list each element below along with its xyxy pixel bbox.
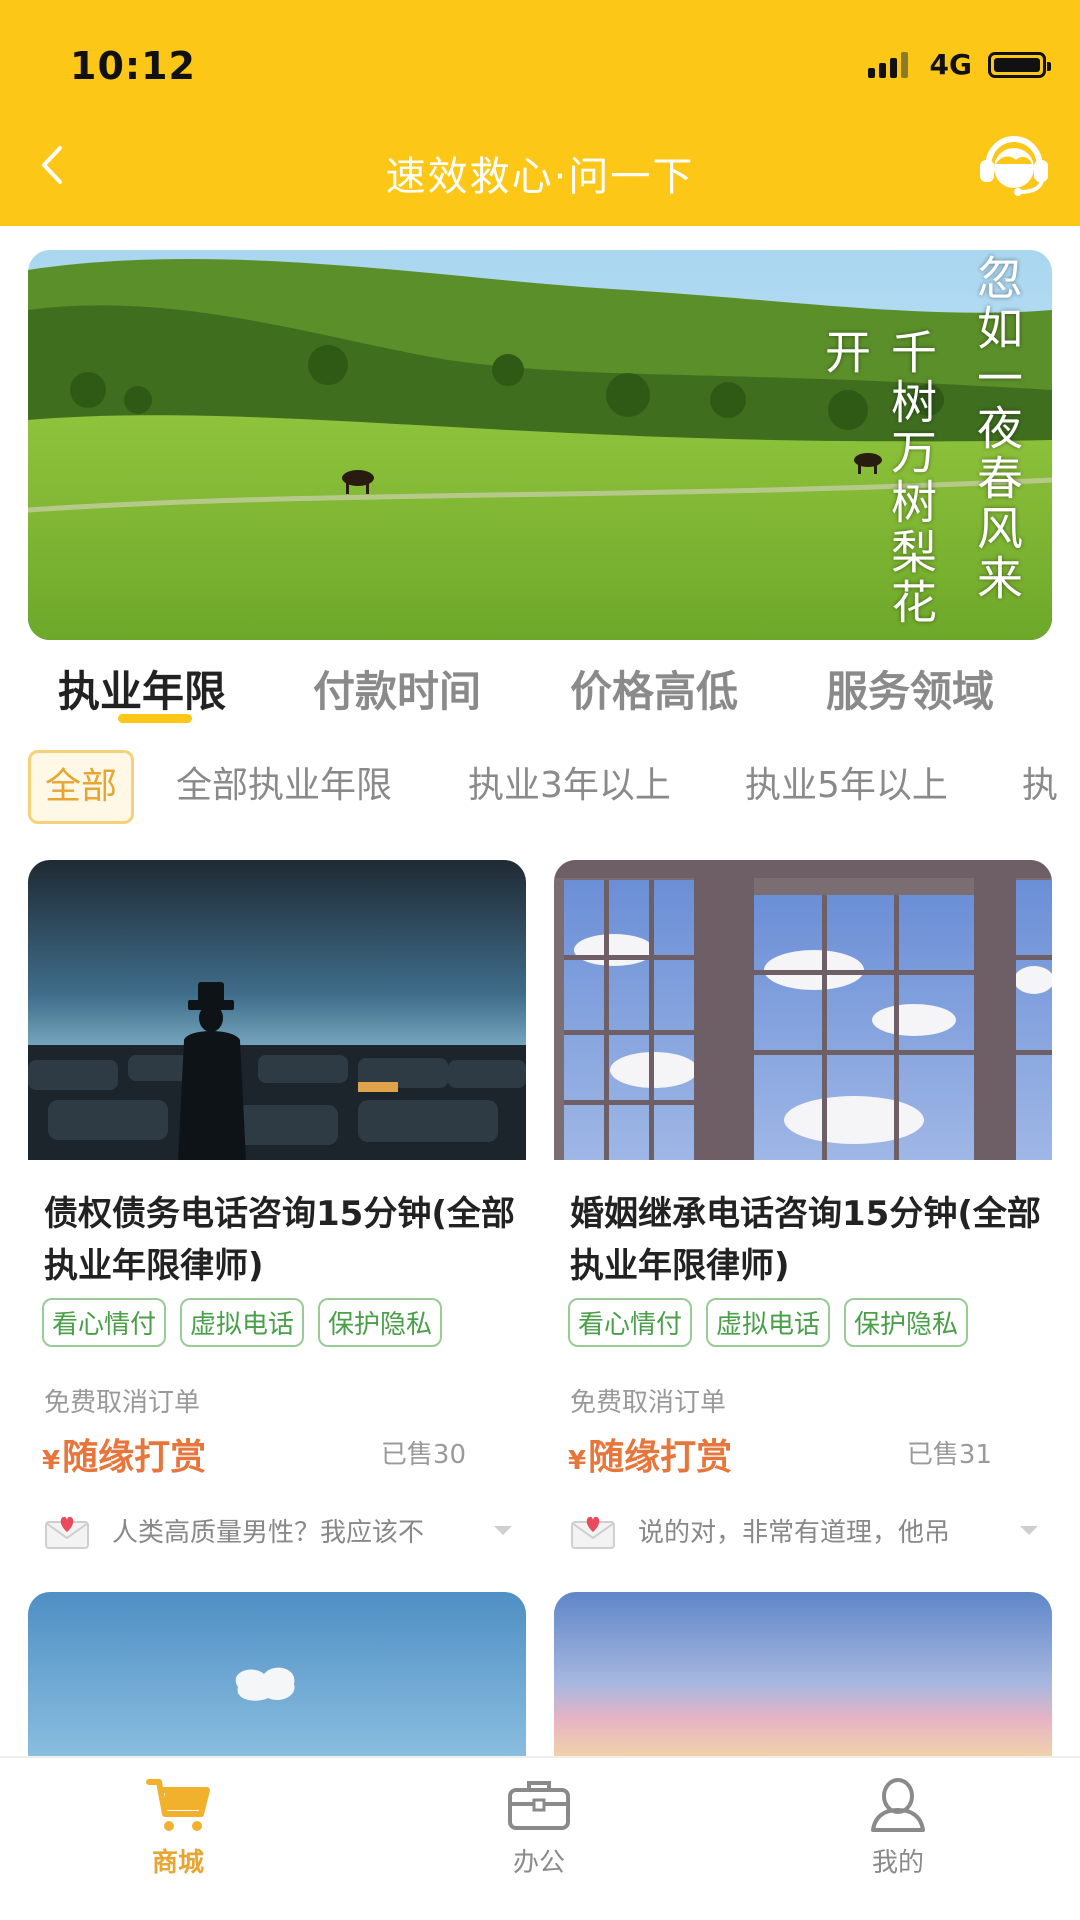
bottom-navigation: 商城 办公 我的 (0, 1756, 1080, 1920)
tab-service-area[interactable]: 服务领域 (826, 658, 994, 719)
product-title: 婚姻继承电话咨询15分钟(全部执业年限律师) (570, 1194, 1041, 1286)
price-text: 随缘打赏 (62, 1437, 207, 1478)
review-preview[interactable]: 人类高质量男性？我应该不 (44, 1500, 524, 1560)
nav-label: 我的 (871, 1848, 924, 1878)
tab-practice-years[interactable]: 执业年限 (58, 658, 226, 719)
product-title: 债权债务电话咨询15分钟(全部执业年限律师) (44, 1194, 515, 1286)
poem-line-1: 忽如一夜春风来 (970, 254, 1024, 604)
tag-virtual-phone: 虚拟电话 (706, 1298, 831, 1347)
header: 10:12 4G 速效救心·问一下 (0, 0, 1080, 226)
active-tab-indicator (118, 714, 192, 723)
tag-virtual-phone: 虚拟电话 (180, 1298, 305, 1347)
tag-privacy: 保护隐私 (844, 1298, 969, 1347)
product-card-partial[interactable] (554, 1592, 1052, 1762)
headset-icon (980, 135, 1048, 196)
product-image (554, 860, 1052, 1160)
signal-icon (867, 51, 912, 78)
status-indicators: 4G (867, 48, 1051, 81)
tab-payment-time[interactable]: 付款时间 (313, 658, 481, 719)
status-time: 10:12 (70, 44, 196, 88)
sort-tabs: 执业年限 付款时间 价格高低 服务领域 (0, 658, 1080, 738)
filter-more[interactable]: 执 (1022, 750, 1058, 824)
product-card[interactable]: 债权债务电话咨询15分钟(全部执业年限律师) 看心情付 虚拟电话 保护隐私 免费… (28, 860, 526, 1560)
product-price: ¥随缘打赏 (42, 1428, 206, 1480)
nav-item-mine[interactable]: 我的 (808, 1776, 988, 1879)
briefcase-icon (508, 1781, 570, 1830)
price-text: 随缘打赏 (588, 1437, 733, 1478)
expand-arrow-icon[interactable] (1020, 1525, 1038, 1535)
promo-banner[interactable]: 忽如一夜春风来 千树万树梨花开 (28, 250, 1052, 640)
currency-symbol: ¥ (42, 1446, 61, 1476)
product-card-partial[interactable] (28, 1592, 526, 1762)
filter-all[interactable]: 全部 (28, 750, 135, 824)
cart-icon (146, 1779, 210, 1831)
nav-label: 办公 (512, 1848, 565, 1878)
nav-item-office[interactable]: 办公 (449, 1776, 629, 1879)
nav-item-mall[interactable]: 商城 (88, 1776, 268, 1879)
page-title: 速效救心·问一下 (385, 154, 695, 200)
love-letter-icon (571, 1516, 615, 1549)
expand-arrow-icon[interactable] (494, 1525, 512, 1535)
product-tags: 看心情付 虚拟电话 保护隐私 (42, 1298, 456, 1347)
tab-price[interactable]: 价格高低 (570, 658, 738, 719)
review-text: 说的对，非常有道理，他吊 (638, 1517, 951, 1548)
cancel-note: 免费取消订单 (570, 1388, 727, 1418)
product-image (28, 860, 526, 1160)
currency-symbol: ¥ (568, 1446, 587, 1476)
product-card[interactable]: 婚姻继承电话咨询15分钟(全部执业年限律师) 看心情付 虚拟电话 保护隐私 免费… (554, 860, 1052, 1560)
filter-chips: 全部 全部执业年限 执业3年以上 执业5年以上 执 (28, 750, 1080, 824)
cancel-note: 免费取消订单 (44, 1388, 201, 1418)
nav-label: 商城 (151, 1848, 204, 1878)
product-image (554, 1592, 1052, 1762)
love-letter-icon (45, 1516, 89, 1549)
battery-icon (988, 51, 1051, 78)
product-price: ¥随缘打赏 (568, 1428, 732, 1480)
review-text: 人类高质量男性？我应该不 (112, 1517, 425, 1548)
tag-privacy: 保护隐私 (318, 1298, 443, 1347)
user-icon (871, 1778, 925, 1832)
filter-3-years[interactable]: 执业3年以上 (468, 750, 671, 824)
poem-line-2: 千树万树梨花开 (818, 328, 938, 628)
tag-pay-as-you-like: 看心情付 (42, 1298, 167, 1347)
review-preview[interactable]: 说的对，非常有道理，他吊 (570, 1500, 1050, 1560)
filter-5-years[interactable]: 执业5年以上 (745, 750, 948, 824)
sold-count: 已售31 (906, 1440, 992, 1470)
customer-service-button[interactable] (976, 134, 1052, 198)
sold-count: 已售30 (380, 1440, 466, 1470)
network-type: 4G (929, 48, 972, 81)
product-tags: 看心情付 虚拟电话 保护隐私 (568, 1298, 982, 1347)
tag-pay-as-you-like: 看心情付 (568, 1298, 693, 1347)
filter-all-years[interactable]: 全部执业年限 (176, 750, 392, 824)
product-image (28, 1592, 526, 1762)
